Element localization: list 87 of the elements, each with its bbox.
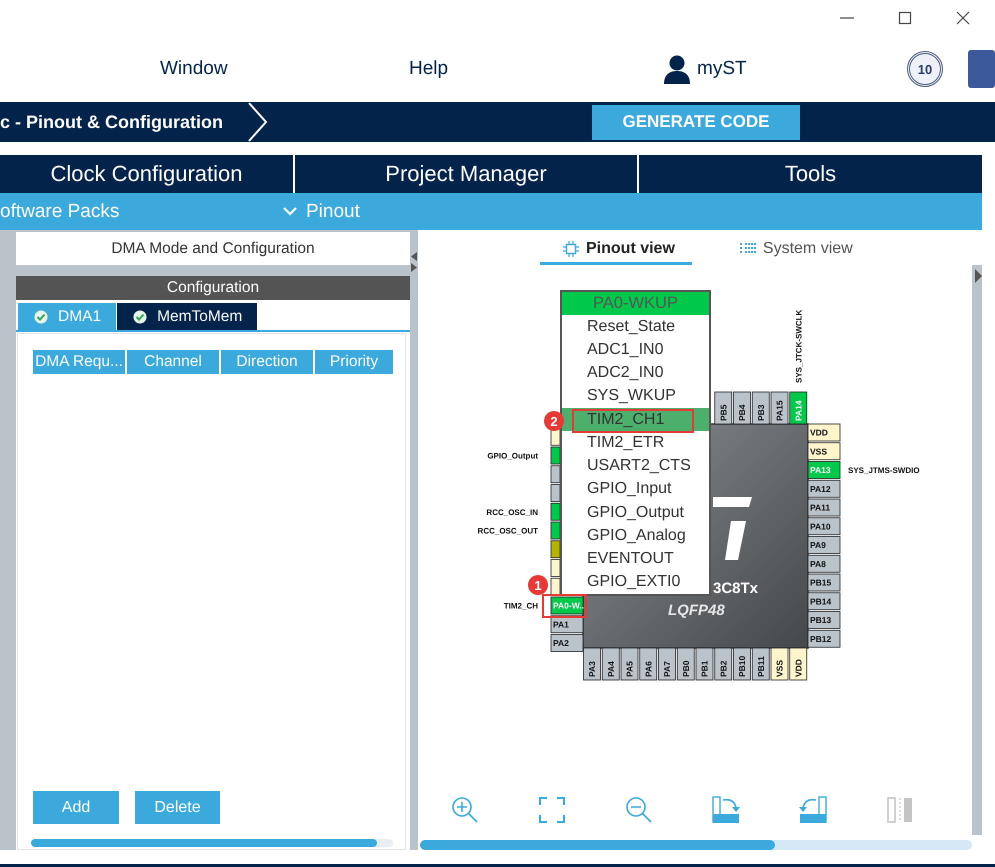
chevron-down-icon	[283, 207, 297, 216]
pin[interactable]: VSS	[770, 648, 788, 680]
list-icon	[740, 242, 756, 256]
signal-label: SYS_JTMS-SWDIO	[848, 466, 920, 475]
zoom-in-icon[interactable]	[450, 795, 480, 825]
pin[interactable]: PA4	[602, 648, 620, 680]
menu-item[interactable]: ADC2_IN0	[562, 362, 709, 385]
pin[interactable]: PA12	[808, 480, 840, 498]
pin[interactable]: PA7	[658, 648, 676, 680]
maximize-icon[interactable]	[898, 11, 912, 25]
pin[interactable]: VSS	[808, 442, 840, 460]
pin[interactable]	[550, 502, 560, 521]
check-icon	[34, 310, 48, 324]
section-header: Configuration	[16, 276, 410, 300]
pin[interactable]: PB3	[752, 392, 770, 424]
pin[interactable]: PB2	[714, 648, 732, 680]
pin[interactable]	[550, 559, 560, 577]
tab[interactable]: Clock Configuration	[0, 155, 293, 193]
pin[interactable]: VDD	[808, 424, 840, 442]
menu-item[interactable]: USART2_CTS	[562, 454, 709, 478]
pin[interactable]: PA2	[550, 634, 584, 652]
menu-item[interactable]: GPIO_Analog	[562, 524, 709, 548]
pin[interactable]: PB14	[808, 592, 840, 610]
menu-item[interactable]: ADC1_IN0	[562, 338, 709, 362]
pin[interactable]: PB5	[714, 392, 732, 424]
view-tab[interactable]: Pinout view	[540, 235, 692, 265]
zoom-out-icon[interactable]	[624, 795, 654, 825]
pin[interactable]	[550, 540, 560, 558]
package-label: LQFP48	[668, 602, 725, 619]
pin[interactable]: PB1	[696, 648, 714, 680]
menu-item[interactable]: Help	[409, 58, 448, 80]
tab[interactable]: Project Manager	[295, 155, 637, 193]
pin[interactable]: PB13	[808, 611, 840, 629]
signal-label: TIM2_CH	[504, 602, 538, 610]
signal-label: RCC_OSC_IN	[486, 508, 538, 517]
fit-screen-icon[interactable]	[537, 795, 567, 825]
pin[interactable]: PA5	[620, 648, 638, 680]
pin[interactable]: PA3	[583, 648, 601, 680]
view-tab[interactable]: System view	[716, 235, 870, 265]
step-badge: 2	[544, 411, 564, 431]
rotate-right-icon[interactable]	[711, 795, 741, 825]
menu-item[interactable]: Window	[160, 58, 228, 80]
menu-item[interactable]: EVENTOUT	[562, 548, 709, 571]
pin[interactable]: PA15	[770, 392, 788, 424]
pin[interactable]: PA10	[808, 517, 840, 536]
check-icon	[133, 310, 148, 324]
rotate-left-icon[interactable]	[798, 795, 828, 825]
menu-item[interactable]: Reset_State	[562, 315, 709, 338]
collapse-arrows-icon[interactable]	[410, 252, 418, 272]
account-link[interactable]: myST	[697, 58, 747, 80]
pin[interactable]	[550, 578, 560, 596]
chevron-icon	[248, 102, 268, 142]
signal-label: RCC_OSC_OUT	[478, 526, 538, 536]
emblem: 10	[907, 51, 943, 87]
pin[interactable]: PA6	[639, 648, 658, 680]
user-icon[interactable]	[663, 54, 691, 84]
chip-icon	[563, 240, 579, 256]
pin[interactable]: PB4	[733, 392, 751, 424]
signal-label: GPIO_Output	[487, 452, 538, 460]
breadcrumb[interactable]: c - Pinout & Configuration	[0, 112, 248, 132]
close-icon[interactable]	[956, 11, 970, 25]
pin[interactable]: PB10	[733, 648, 751, 680]
logo-drawing	[713, 497, 752, 560]
pin[interactable]: PB15	[808, 574, 840, 592]
menu-item[interactable]: TIM2_ETR	[562, 431, 709, 454]
menu-item[interactable]: GPIO_EXTI0	[562, 570, 709, 594]
menu-header: PA0-WKUP	[562, 292, 709, 315]
step-badge: 1	[528, 575, 548, 595]
tab[interactable]: MemToMem	[117, 303, 258, 330]
pin[interactable]: PA11	[808, 498, 840, 516]
pin[interactable]: VDD	[789, 648, 808, 680]
signal-label: SYS_JTCK-SWCLK	[794, 310, 804, 383]
chip-name: 3C8Tx	[713, 580, 758, 597]
scrollbar[interactable]	[31, 839, 393, 847]
scrollbar[interactable]	[420, 840, 972, 850]
panel-title: DMA Mode and Configuration	[16, 232, 410, 265]
pin[interactable]: PB0	[676, 648, 695, 680]
pin[interactable]: PA9	[808, 536, 840, 554]
pin[interactable]: PB11	[752, 648, 770, 680]
pin[interactable]: PA8	[808, 554, 840, 573]
menu-item[interactable]: GPIO_Input	[562, 478, 709, 501]
tab[interactable]: Tools	[639, 155, 982, 193]
menu-item[interactable]: SYS_WKUP	[562, 384, 709, 408]
menu-item[interactable]: GPIO_Output	[562, 501, 709, 524]
pin[interactable]: PB12	[808, 630, 840, 648]
pin[interactable]	[550, 465, 560, 484]
menu-item[interactable]: TIM2_CH1	[562, 408, 709, 432]
